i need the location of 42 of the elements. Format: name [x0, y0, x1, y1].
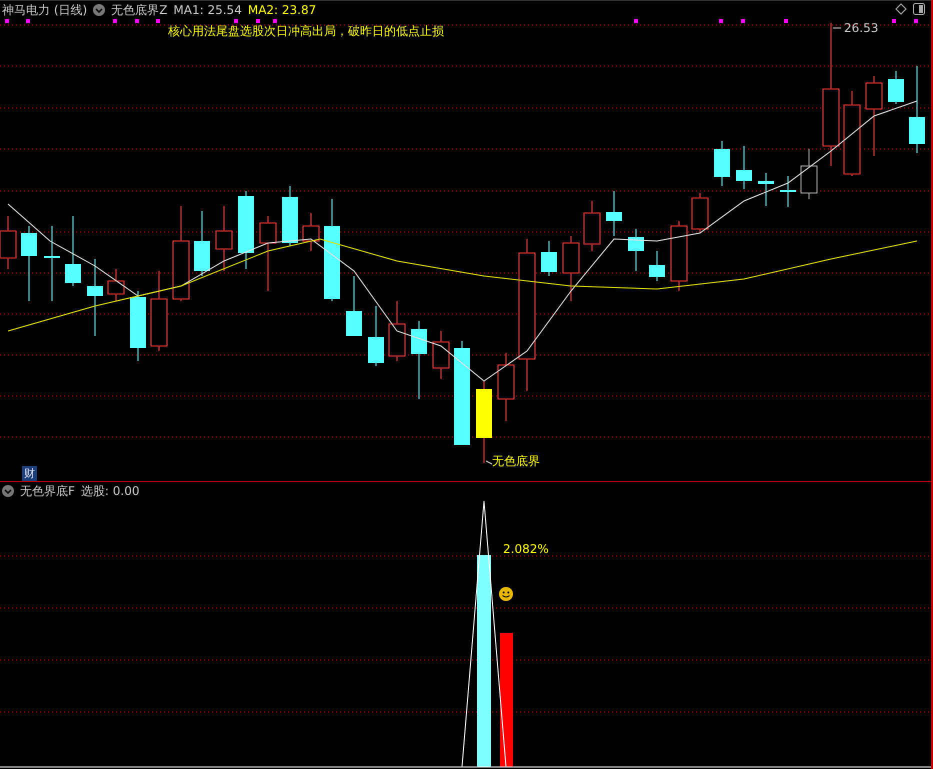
candlestick	[346, 276, 362, 336]
candlestick	[541, 240, 557, 276]
candlestick	[368, 306, 384, 366]
candlestick	[562, 236, 580, 302]
stock-title: 神马电力 (日线)	[2, 2, 88, 18]
candlestick	[130, 290, 146, 362]
candlestick	[736, 146, 752, 190]
candlestick	[388, 300, 406, 362]
candlestick	[498, 352, 514, 422]
collapse-icon[interactable]	[2, 485, 14, 497]
signal-label: 无色底界	[492, 453, 540, 470]
lower-indicator-name: 无色界底F	[20, 482, 75, 500]
ma2-value: MA2: 23.87	[248, 3, 316, 17]
collapse-icon[interactable]	[93, 4, 106, 16]
candlestick	[800, 148, 818, 200]
candlestick	[432, 330, 450, 380]
strategy-note: 核心用法尾盘选股次日冲高出局，破昨日的低点止损	[168, 23, 444, 40]
panel-toggle-icon[interactable]	[913, 3, 925, 15]
smiley-icon	[499, 587, 513, 601]
candlestick	[780, 176, 796, 208]
finance-badge: 财	[22, 466, 37, 481]
candlestick	[649, 250, 665, 282]
candlestick	[758, 172, 774, 206]
candlestick	[692, 192, 708, 234]
candlestick	[302, 212, 320, 252]
indicator-name: 无色底界Z	[111, 2, 168, 18]
candlestick	[216, 206, 232, 272]
diamond-icon[interactable]	[895, 3, 907, 15]
candlestick	[584, 200, 600, 252]
candlestick	[888, 70, 904, 104]
candlestick	[194, 210, 210, 276]
candlestick	[282, 186, 298, 246]
candlestick	[714, 140, 730, 186]
candlestick	[65, 216, 81, 286]
percent-label: 2.082%	[503, 542, 549, 556]
candlestick	[628, 228, 644, 272]
peak-price-label: 26.53	[844, 21, 878, 35]
candlestick	[670, 220, 688, 292]
ma1-value: MA1: 25.54	[173, 3, 242, 17]
candlestick	[606, 190, 622, 236]
selection-value: 选股: 0.00	[80, 482, 140, 500]
candlestick	[108, 268, 124, 302]
